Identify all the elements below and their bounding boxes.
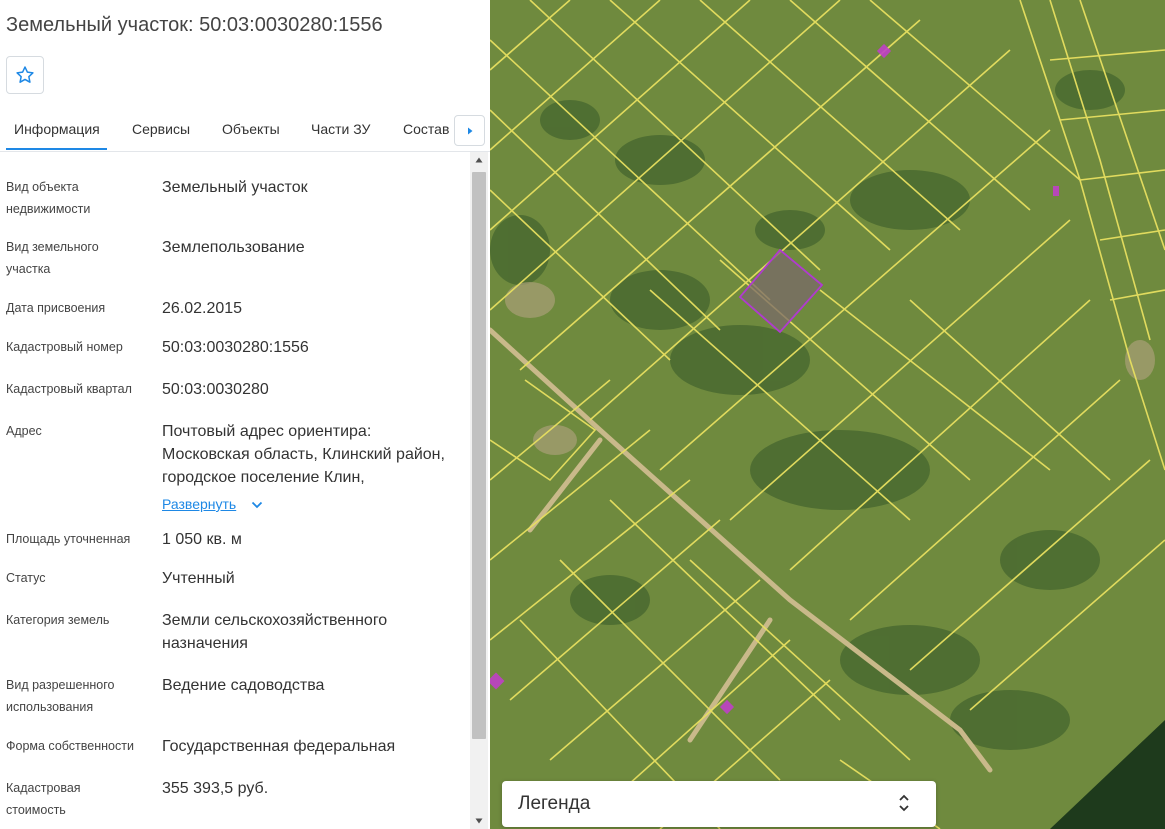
legend-panel[interactable]: Легенда — [502, 781, 936, 827]
attribute-value: Земли сельскохозяйственного назначения — [162, 612, 388, 652]
tab-land-parts[interactable]: Части ЗУ — [311, 110, 370, 150]
attribute-value: 50:03:0030280 — [162, 381, 269, 398]
tab-objects[interactable]: Объекты — [222, 110, 280, 150]
attributes-list: Вид объекта недвижимости Земельный участ… — [0, 150, 468, 829]
tab-bar: Информация Сервисы Объекты Части ЗУ Сост… — [0, 110, 490, 152]
scrollbar[interactable] — [470, 152, 488, 829]
attribute-label: Вид разрешенного использования — [6, 678, 115, 714]
attribute-value: Землепользование — [162, 239, 305, 256]
scroll-up-arrow-icon[interactable] — [470, 152, 488, 168]
info-panel: Земельный участок: 50:03:0030280:1556 Ин… — [0, 0, 490, 829]
caret-right-icon — [467, 127, 472, 134]
attribute-label: Адрес — [6, 424, 42, 438]
attribute-label: Площадь уточненная — [6, 532, 131, 546]
scrollbar-thumb[interactable] — [472, 172, 486, 739]
scroll-down-arrow-icon[interactable] — [470, 813, 488, 829]
tab-information[interactable]: Информация — [6, 110, 107, 150]
attribute-label: Кадастровая стоимость — [6, 781, 81, 817]
attribute-value: Земельный участок — [162, 179, 308, 196]
chevron-down-icon[interactable] — [251, 493, 263, 516]
attribute-label: Кадастровый номер — [6, 340, 123, 354]
attribute-value: 1 050 кв. м — [162, 531, 242, 548]
attribute-value: Ведение садоводства — [162, 677, 325, 694]
legend-label: Легенда — [518, 793, 591, 814]
tab-composition[interactable]: Состав — [403, 110, 449, 150]
expand-label: Развернуть — [162, 496, 237, 512]
attribute-label: Категория земель — [6, 613, 110, 627]
attribute-label: Кадастровый квартал — [6, 382, 132, 396]
tab-services[interactable]: Сервисы — [132, 110, 190, 150]
attribute-value: 26.02.2015 — [162, 300, 243, 317]
expand-address-link[interactable]: Развернуть — [162, 493, 236, 516]
attribute-value: Почтовый адрес ориентира: Московская обл… — [162, 420, 452, 516]
attribute-label: Статус — [6, 571, 46, 585]
attribute-label: Вид земельного участка — [6, 240, 99, 276]
attribute-value: Государственная федеральная — [162, 738, 396, 755]
satellite-map[interactable] — [490, 0, 1165, 829]
attribute-label: Дата присвоения — [6, 301, 106, 315]
attribute-value: Учтенный — [162, 570, 235, 587]
attribute-value: 50:03:0030280:1556 — [162, 339, 309, 356]
attribute-label: Форма собственности — [6, 739, 134, 753]
page-title: Земельный участок: 50:03:0030280:1556 — [6, 14, 383, 36]
address-text: Почтовый адрес ориентира: Московская обл… — [162, 423, 445, 486]
attribute-label: Вид объекта недвижимости — [6, 180, 91, 216]
favorite-button[interactable] — [6, 56, 44, 94]
star-outline-icon — [16, 66, 34, 83]
map-canvas[interactable] — [490, 0, 1165, 829]
tabs-next-button[interactable] — [454, 115, 485, 146]
chevron-up-down-icon[interactable] — [898, 793, 910, 818]
attribute-value: 355 393,5 руб. — [162, 780, 269, 797]
